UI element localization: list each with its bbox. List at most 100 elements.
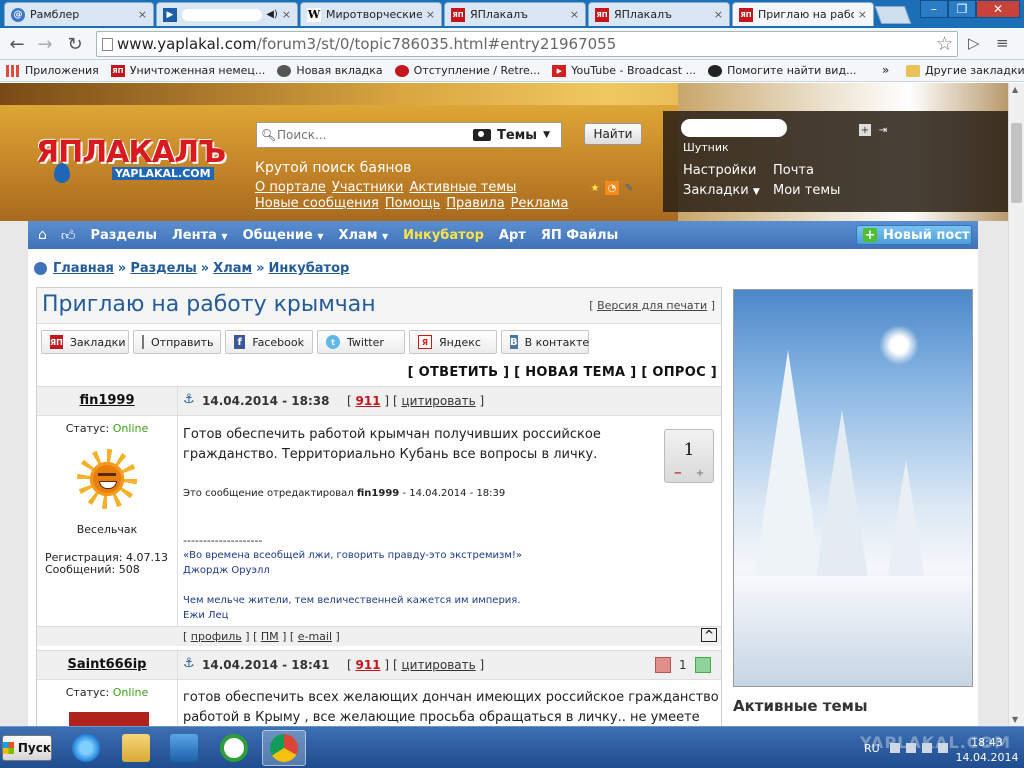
tab-rambler[interactable]: @ Рамблер × (4, 2, 154, 26)
thumbs-up-icon[interactable] (694, 657, 711, 673)
scroll-top-button[interactable]: ^ (700, 628, 717, 642)
profile-link[interactable]: профиль (191, 630, 242, 643)
thumbs-down-icon[interactable] (655, 657, 671, 673)
link-ads[interactable]: Реклама (511, 196, 569, 211)
taskbar-chrome[interactable] (262, 730, 306, 766)
nav-art[interactable]: Арт (499, 228, 526, 243)
tab-active[interactable]: ЯП Приглаю на работ × (732, 2, 874, 26)
cast-icon[interactable]: ▷ (968, 34, 980, 52)
rss-icon[interactable]: ◔ (605, 181, 619, 195)
share-twitter-button[interactable]: t Twitter (317, 330, 405, 354)
chevron-down-icon[interactable]: ▼ (543, 130, 550, 140)
taskbar-mail[interactable] (212, 730, 256, 766)
logout-icon[interactable]: ⇥ (877, 124, 889, 136)
print-version-link[interactable]: Версия для печати (597, 299, 707, 312)
bookmark-item[interactable]: Отступление / Retre... (394, 64, 540, 77)
post-number-link[interactable]: 911 (356, 658, 381, 672)
link-help[interactable]: Помощь (385, 196, 440, 211)
bookmark-item[interactable]: ЯП Уничтоженная немец... (110, 64, 265, 77)
start-button[interactable]: Пуск (2, 735, 52, 761)
page-scrollbar[interactable]: ▲ ▼ (1008, 83, 1024, 726)
reload-button[interactable]: ↻ (64, 33, 86, 55)
quote-link[interactable]: цитировать (402, 658, 476, 672)
bookmark-item[interactable]: Помогите найти вид... (708, 64, 857, 77)
link-rules[interactable]: Правила (446, 196, 504, 211)
thumbs-up-icon[interactable]: 👍︎ (61, 227, 76, 244)
search-button[interactable]: Найти (584, 123, 642, 145)
new-tab-button[interactable] (874, 6, 912, 24)
close-icon[interactable]: × (714, 8, 723, 21)
avatar[interactable] (69, 712, 149, 726)
rating-minus-button[interactable]: − (674, 468, 682, 480)
search-scope-select[interactable]: Темы (497, 128, 537, 143)
crumb-incubator[interactable]: Инкубатор (269, 261, 350, 276)
taskbar-media[interactable] (162, 730, 206, 766)
network-icon[interactable] (922, 743, 932, 753)
tab-yaplakal-2[interactable]: ЯП ЯПлакалъ × (588, 2, 730, 26)
bookmark-item[interactable]: ▶ YouTube - Broadcast ... (552, 64, 696, 77)
anchor-icon[interactable]: ⚓︎ (183, 392, 195, 407)
menu-icon[interactable]: ≡ (996, 34, 1009, 52)
star-icon[interactable]: ☆ (936, 33, 953, 55)
language-indicator[interactable]: RU (864, 742, 880, 755)
speaker-icon[interactable]: ◀) (266, 9, 278, 20)
close-icon[interactable]: × (282, 8, 291, 21)
share-vk-button[interactable]: B В контакте (501, 330, 589, 354)
tab-yaplakal-1[interactable]: ЯП ЯПлакалъ × (444, 2, 586, 26)
nav-chat[interactable]: Общение ▼ (243, 228, 324, 243)
quote-link[interactable]: цитировать (402, 394, 476, 408)
post-number-link[interactable]: 911 (356, 394, 381, 408)
new-post-button[interactable]: + Новый пост (856, 225, 972, 245)
pencil-icon[interactable]: ✎ (622, 181, 636, 195)
share-facebook-button[interactable]: f Facebook (225, 330, 313, 354)
my-topics-link[interactable]: Мои темы (773, 183, 840, 198)
nav-sections[interactable]: Разделы (91, 228, 157, 243)
link-new-messages[interactable]: Новые сообщения (255, 196, 379, 211)
volume-icon[interactable] (938, 743, 948, 753)
camera-icon[interactable] (473, 129, 491, 141)
nav-files[interactable]: ЯП Файлы (541, 228, 618, 243)
link-members[interactable]: Участники (332, 180, 404, 195)
share-send-button[interactable]: Отправить (133, 330, 221, 354)
crumb-junk[interactable]: Хлам (213, 261, 252, 276)
post-author-link[interactable]: fin1999 (37, 393, 177, 408)
tab-video[interactable]: ▶ ◀) × (156, 2, 298, 26)
bookmarks-more-button[interactable]: » (882, 63, 889, 77)
crumb-sections[interactable]: Разделы (130, 261, 196, 276)
taskbar-explorer[interactable] (114, 730, 158, 766)
share-bookmarks-button[interactable]: ЯП Закладки (41, 330, 129, 354)
bookmark-apps[interactable]: Приложения (6, 64, 99, 77)
bookmark-item[interactable]: Новая вкладка (277, 64, 383, 77)
close-icon[interactable]: × (570, 8, 579, 21)
topic-actions[interactable]: [ ОТВЕТИТЬ ] [ НОВАЯ ТЕМА ] [ ОПРОС ] (408, 365, 717, 380)
close-window-button[interactable]: ✕ (976, 0, 1020, 18)
bookmarks-link[interactable]: Закладки ▼ (683, 183, 760, 198)
minimize-button[interactable]: – (920, 0, 948, 18)
scrollbar-thumb[interactable] (1011, 123, 1022, 203)
anchor-icon[interactable]: ⚓︎ (183, 656, 195, 671)
taskbar-ie[interactable] (64, 730, 108, 766)
forward-button[interactable]: → (34, 33, 56, 55)
tab-wikipedia[interactable]: W Миротворческие × (300, 2, 442, 26)
tray-icon[interactable] (890, 743, 900, 753)
close-icon[interactable]: × (858, 8, 867, 21)
other-bookmarks[interactable]: Другие закладки (906, 64, 1024, 77)
mail-link[interactable]: Почта (773, 163, 814, 178)
share-yandex-button[interactable]: Я Яндекс (409, 330, 497, 354)
nav-incubator[interactable]: Инкубатор (403, 228, 484, 243)
nav-feed[interactable]: Лента ▼ (172, 228, 228, 243)
post-author-link[interactable]: Saint666ip (37, 657, 177, 672)
restore-button[interactable]: ❐ (948, 0, 976, 18)
scroll-down-icon[interactable]: ▼ (1012, 715, 1018, 724)
back-button[interactable]: ← (6, 33, 28, 55)
search-input[interactable] (277, 128, 473, 142)
tray-icon[interactable] (906, 743, 916, 753)
avatar[interactable] (77, 449, 137, 509)
link-about[interactable]: О портале (255, 180, 326, 195)
site-logo[interactable]: ЯПЛАКАЛЪ YAPLAKAL.COM (36, 133, 236, 183)
settings-link[interactable]: Настройки (683, 163, 756, 178)
crumb-home[interactable]: Главная (53, 261, 114, 276)
clock[interactable]: 18:43 14.04.2014 (954, 735, 1020, 765)
close-icon[interactable]: × (426, 8, 435, 21)
nav-junk[interactable]: Хлам ▼ (339, 228, 389, 243)
